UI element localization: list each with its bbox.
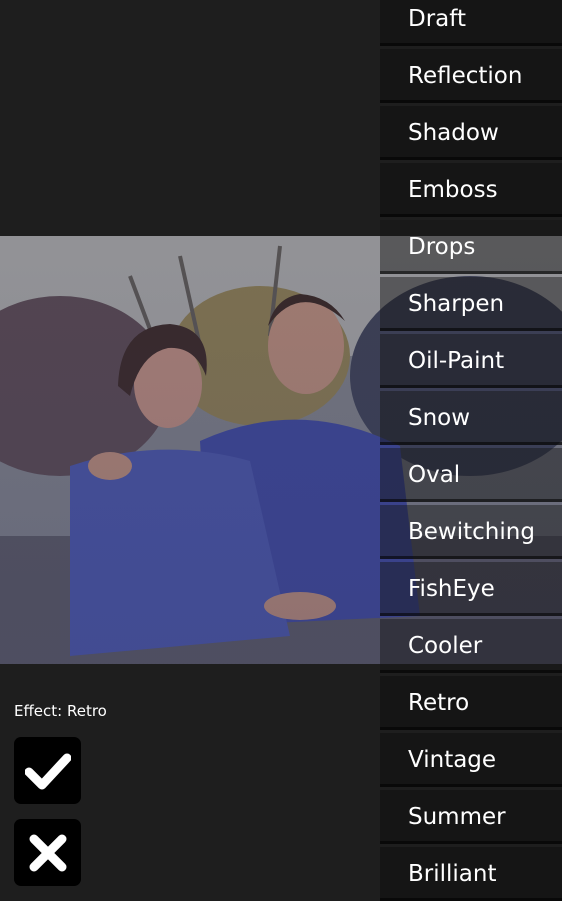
effect-item-summer[interactable]: Summer <box>380 790 562 844</box>
effect-status-label: Effect: Retro <box>14 702 107 720</box>
effect-item-draft[interactable]: Draft <box>380 0 562 46</box>
effect-item-brilliant[interactable]: Brilliant <box>380 847 562 901</box>
effect-item-bewitching[interactable]: Bewitching <box>380 505 562 559</box>
apply-button[interactable] <box>14 737 81 804</box>
cancel-button[interactable] <box>14 819 81 886</box>
effect-item-shadow[interactable]: Shadow <box>380 106 562 160</box>
effect-item-snow[interactable]: Snow <box>380 391 562 445</box>
check-icon <box>24 753 71 789</box>
effect-item-drops[interactable]: Drops <box>380 220 562 274</box>
effect-item-reflection[interactable]: Reflection <box>380 49 562 103</box>
effect-item-oil-paint[interactable]: Oil-Paint <box>380 334 562 388</box>
effect-item-fisheye[interactable]: FishEye <box>380 562 562 616</box>
effect-item-emboss[interactable]: Emboss <box>380 163 562 217</box>
effect-item-sharpen[interactable]: Sharpen <box>380 277 562 331</box>
close-icon <box>29 834 66 871</box>
effect-item-vintage[interactable]: Vintage <box>380 733 562 787</box>
effect-item-oval[interactable]: Oval <box>380 448 562 502</box>
effects-list[interactable]: Draft Reflection Shadow Emboss Drops Sha… <box>380 0 562 901</box>
effect-item-retro[interactable]: Retro <box>380 676 562 730</box>
effect-item-cooler[interactable]: Cooler <box>380 619 562 673</box>
